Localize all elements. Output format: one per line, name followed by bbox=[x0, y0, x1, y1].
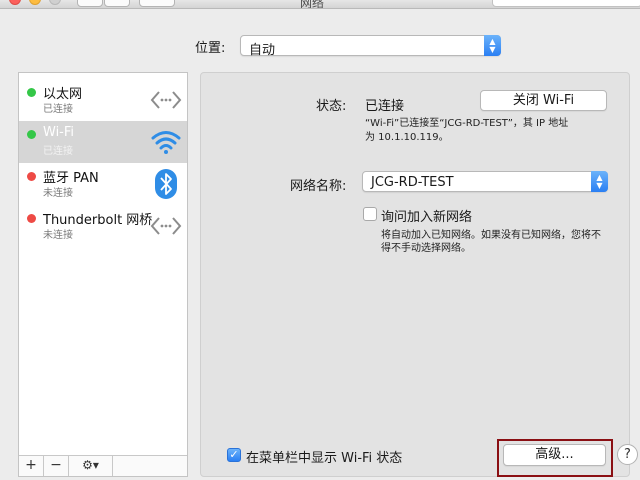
minimize-window-button[interactable] bbox=[29, 0, 41, 5]
service-list: 以太网 已连接 Wi-Fi 已连接 蓝牙 PAN 未连接 Thunderbolt… bbox=[18, 72, 188, 477]
help-button[interactable]: ? bbox=[617, 444, 638, 465]
ask-join-description-line2: 得不手动选择网络。 bbox=[381, 243, 471, 254]
gear-menu-button[interactable]: ⚙▾ bbox=[69, 456, 113, 476]
add-service-button[interactable]: + bbox=[19, 456, 44, 476]
close-window-button[interactable] bbox=[9, 0, 21, 5]
ethernet-arrows-icon bbox=[150, 91, 182, 109]
service-name: Wi-Fi bbox=[43, 125, 75, 140]
status-description-line1: “Wi-Fi”已连接至“JCG-RD-TEST”，其 IP 地址 bbox=[365, 118, 569, 129]
status-value: 已连接 bbox=[365, 99, 405, 114]
popup-stepper-icon: ▲ ▼ bbox=[484, 35, 501, 56]
zoom-window-button[interactable] bbox=[49, 0, 61, 5]
remove-service-button[interactable]: − bbox=[44, 456, 69, 476]
network-name-value: JCG-RD-TEST bbox=[371, 175, 454, 190]
search-field[interactable] bbox=[492, 0, 640, 7]
service-item-bluetooth-pan[interactable]: 蓝牙 PAN 未连接 bbox=[19, 163, 187, 205]
status-dot bbox=[27, 88, 36, 97]
bluetooth-icon bbox=[155, 169, 177, 199]
show-in-menubar-checkbox[interactable]: ✓ bbox=[227, 448, 241, 462]
status-dot bbox=[27, 172, 36, 181]
turn-off-wifi-button[interactable]: 关闭 Wi-Fi bbox=[480, 90, 607, 111]
service-item-wifi[interactable]: Wi-Fi 已连接 bbox=[19, 121, 187, 163]
ask-join-label: 询问加入新网络 bbox=[381, 210, 473, 225]
highlight-box bbox=[497, 439, 613, 477]
back-button[interactable] bbox=[77, 0, 103, 7]
status-dot bbox=[27, 214, 36, 223]
status-label: 状态: bbox=[316, 99, 347, 114]
network-name-popup[interactable]: JCG-RD-TEST ▲ ▼ bbox=[362, 171, 608, 192]
ask-join-checkbox[interactable] bbox=[363, 207, 377, 221]
location-value: 自动 bbox=[249, 43, 276, 58]
popup-stepper-icon: ▲ ▼ bbox=[591, 171, 608, 192]
show-all-grid-button[interactable] bbox=[139, 0, 175, 7]
service-item-thunderbolt-bridge[interactable]: Thunderbolt 网桥 未连接 bbox=[19, 205, 187, 247]
service-item-ethernet[interactable]: 以太网 已连接 bbox=[19, 79, 187, 121]
location-popup[interactable]: 自动 ▲ ▼ bbox=[240, 35, 501, 58]
location-label: 位置: bbox=[195, 41, 226, 56]
service-status: 未连接 bbox=[43, 188, 73, 199]
service-status: 已连接 bbox=[43, 104, 73, 115]
show-in-menubar-label: 在菜单栏中显示 Wi-Fi 状态 bbox=[246, 451, 403, 466]
service-list-toolbar: + − ⚙▾ bbox=[19, 455, 187, 476]
service-status: 未连接 bbox=[43, 230, 73, 241]
window-titlebar: 网络 bbox=[0, 0, 640, 9]
network-name-label: 网络名称: bbox=[290, 179, 347, 194]
window-title: 网络 bbox=[300, 0, 325, 9]
status-dot bbox=[27, 130, 36, 139]
wifi-icon bbox=[151, 131, 181, 154]
service-status: 已连接 bbox=[43, 146, 73, 157]
forward-button[interactable] bbox=[104, 0, 130, 7]
status-description-line2: 为 10.1.10.119。 bbox=[365, 132, 449, 143]
ethernet-arrows-icon bbox=[150, 217, 182, 235]
ask-join-description-line1: 将自动加入已知网络。如果没有已知网络，您将不 bbox=[381, 230, 601, 241]
